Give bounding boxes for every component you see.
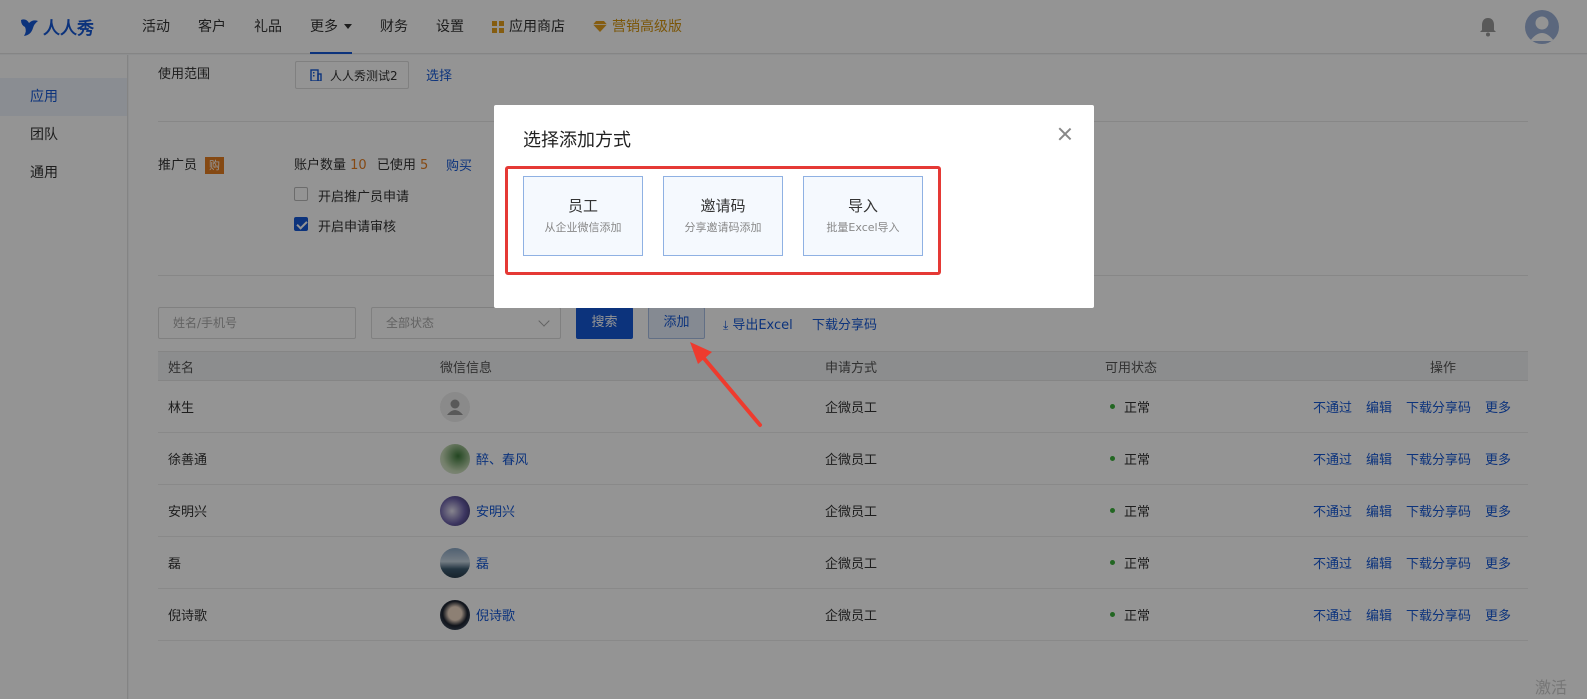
dialog-title: 选择添加方式 <box>523 130 631 151</box>
option-invite-code[interactable]: 邀请码 分享邀请码添加 <box>663 176 783 256</box>
annotation-arrow-icon <box>690 342 762 427</box>
add-method-dialog: 选择添加方式 员工 从企业微信添加 邀请码 分享邀请码添加 导入 批量Excel… <box>494 105 1094 308</box>
option-subtitle: 分享邀请码添加 <box>684 221 762 234</box>
option-subtitle: 批量Excel导入 <box>826 221 900 234</box>
option-subtitle: 从企业微信添加 <box>544 221 622 234</box>
option-import[interactable]: 导入 批量Excel导入 <box>803 176 923 256</box>
option-title: 导入 <box>847 197 878 215</box>
close-icon[interactable] <box>1058 127 1072 141</box>
option-title: 员工 <box>567 197 598 215</box>
option-title: 邀请码 <box>700 197 746 215</box>
option-employee[interactable]: 员工 从企业微信添加 <box>523 176 643 256</box>
